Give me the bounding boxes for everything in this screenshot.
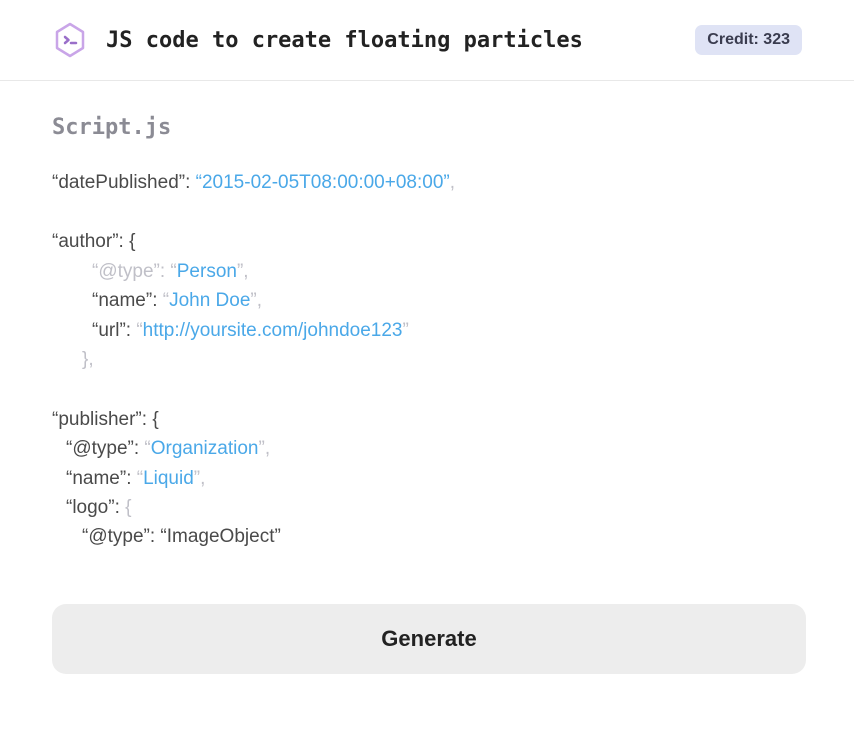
page-title: JS code to create floating particles [106, 28, 677, 53]
app-logo-icon [52, 22, 88, 58]
code-line: “name”: “Liquid”, [52, 464, 802, 493]
code-line: “@type”: “Person”, [52, 257, 802, 286]
code-line: }, [52, 345, 802, 374]
code-line: “author”: { [52, 227, 802, 256]
credit-badge: Credit: 323 [695, 25, 802, 55]
code-line: “name”: “John Doe”, [52, 286, 802, 315]
main-content: Script.js “datePublished”: “2015-02-05T0… [0, 81, 854, 674]
generate-button[interactable]: Generate [52, 604, 806, 674]
app-header: JS code to create floating particles Cre… [0, 0, 854, 81]
code-line: “@type”: “Organization”, [52, 434, 802, 463]
filename-label: Script.js [52, 115, 802, 140]
code-line: “@type”: “ImageObject” [52, 522, 802, 551]
code-line: “url”: “http://yoursite.com/johndoe123” [52, 316, 802, 345]
code-block: “datePublished”: “2015-02-05T08:00:00+08… [52, 168, 802, 552]
code-line: “publisher”: { [52, 405, 802, 434]
code-line: “datePublished”: “2015-02-05T08:00:00+08… [52, 168, 802, 197]
code-line: “logo”: { [52, 493, 802, 522]
